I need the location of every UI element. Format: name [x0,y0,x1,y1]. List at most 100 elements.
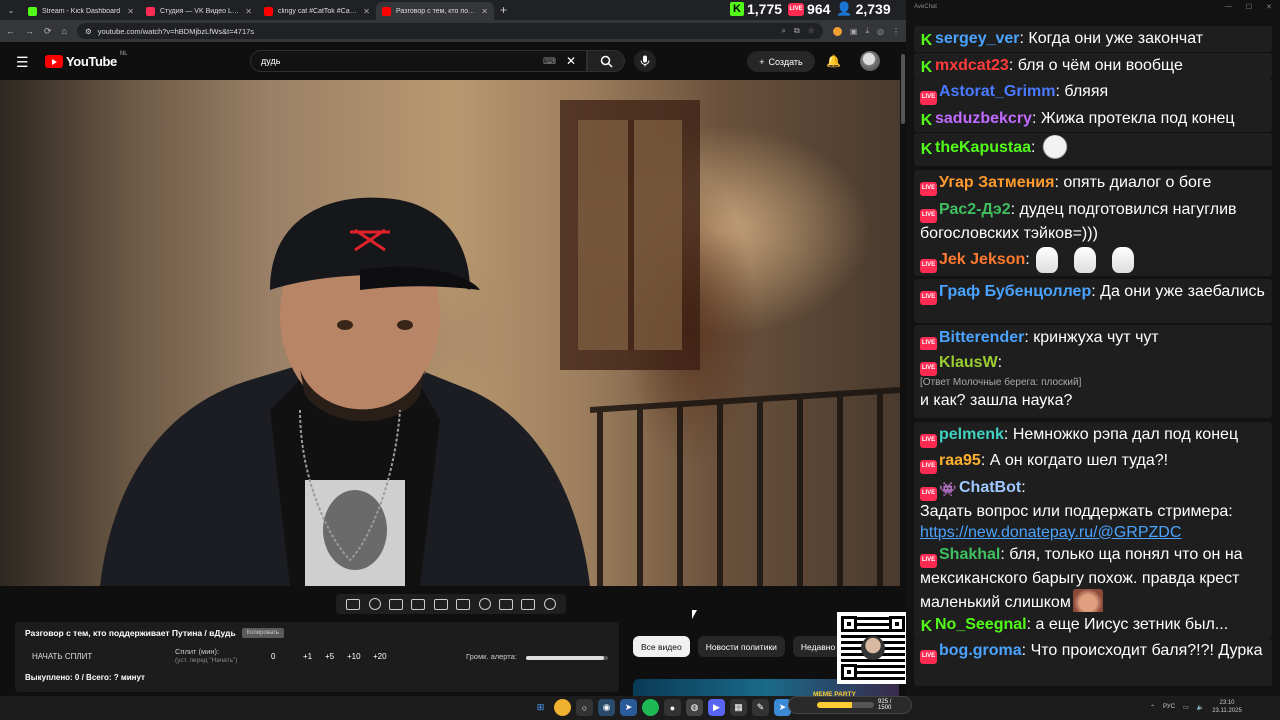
loop-icon[interactable] [346,598,361,610]
youtube-logo[interactable]: YouTube NL [45,51,128,69]
split-panel: Разговор с тем, кто поддерживает Путина … [15,622,619,692]
player-icon[interactable]: ▶ [708,699,725,716]
broadcast-icon[interactable] [368,598,381,610]
create-button[interactable]: + Создать [747,51,815,72]
menu-dots-icon[interactable]: ⋮ [892,27,900,36]
search-button[interactable] [587,50,625,72]
chat-username[interactable]: ChatBot [959,479,1021,496]
chat-username[interactable]: KlausW [939,354,998,371]
browser-tab-active[interactable]: Разговор с тем, кто подде... ✕ [376,2,494,20]
close-tab-icon[interactable]: ✕ [245,7,252,16]
chat-message: LIVE Jek Jekson: [914,245,1272,276]
app-icon[interactable]: ✎ [752,699,769,716]
app-icon[interactable]: ○ [576,699,593,716]
chat-username[interactable]: bog.groma [939,642,1022,659]
chip-politics-news[interactable]: Новости политики [697,636,785,657]
chat-username[interactable]: Bitterender [939,329,1024,346]
chip-recent[interactable]: Недавно [792,636,844,657]
notifications-bell-icon[interactable]: 🔔 [826,54,841,68]
chat-text: и как? зашла наука? [920,391,1073,409]
chat-username[interactable]: Рас2-Дэ2 [939,201,1011,218]
close-icon[interactable]: ✕ [1266,3,1272,11]
add-10-button[interactable]: +10 [347,652,361,661]
browser-tab-cat[interactable]: clingy cat #CatTok #CatFails20... ✕ [258,2,376,20]
chat-username[interactable]: Угар Затмения [939,174,1054,191]
lang-indicator[interactable]: РУС [1163,704,1175,710]
screenshot-icon[interactable] [521,598,536,610]
add-1-button[interactable]: +1 [303,652,312,661]
close-tab-icon[interactable]: ✕ [127,7,134,16]
clapper-icon[interactable] [411,598,426,610]
chat-username[interactable]: Граф Бубенцоллер [939,283,1091,300]
eye-icon[interactable] [388,598,403,610]
spotify-icon[interactable] [642,699,659,716]
chat-username[interactable]: Astorat_Grimm [939,83,1055,100]
new-tab-button[interactable]: + [500,3,507,17]
start-split-button[interactable]: НАЧАТЬ СПЛИТ [32,652,92,661]
chat-username[interactable]: pelmenk [939,426,1004,443]
download-icon[interactable]: ⤓ [865,26,869,36]
close-tab-icon[interactable]: ✕ [363,7,370,16]
bookmark-star-icon[interactable]: ☆ [808,26,815,36]
resize-icon[interactable] [433,598,448,610]
network-icon[interactable]: ▭ [1183,704,1189,711]
close-tab-icon[interactable]: ✕ [481,7,488,16]
chat-username[interactable]: Shakhal [939,546,1000,563]
browser-tab-kick[interactable]: Stream - Kick Dashboard ✕ [22,2,140,20]
telegram-icon[interactable]: ➤ [620,699,637,716]
chevron-up-icon[interactable]: ⌃ [1150,704,1155,711]
chat-message: K No_Seegnal: а еще Иисус зетник был... [914,612,1272,638]
scrollbar-thumb[interactable] [901,54,905,124]
cinema-icon[interactable] [456,598,471,610]
maximize-icon[interactable]: ☐ [1246,3,1252,11]
add-5-button[interactable]: +5 [325,652,334,661]
keyboard-icon[interactable]: ⌨ [543,56,556,67]
chat-username[interactable]: raa95 [939,452,981,469]
url-field[interactable]: ⚙ youtube.com/watch?v=hBDMjbzLfWs&t=4717… [76,23,823,39]
reload-icon[interactable]: ⟳ [44,26,52,37]
back-icon[interactable]: ← [6,26,15,36]
chat-text: бля о чём они вообще [1017,57,1183,74]
install-icon[interactable]: ⧉ [794,26,800,36]
extensions-area: ▣ ⤓ ◎ ⋮ [832,26,900,36]
forward-icon[interactable]: → [25,26,34,36]
search-input[interactable]: дудь ⌨ ✕ [250,50,587,72]
discord-icon[interactable]: ◍ [686,699,703,716]
chrome-icon[interactable] [554,699,571,716]
avatar[interactable] [860,51,880,71]
zoom-icon[interactable]: ⌕ [782,26,786,36]
steam-icon[interactable]: ◉ [598,699,615,716]
add-20-button[interactable]: +20 [373,652,387,661]
copy-button[interactable]: Копировать [241,628,284,638]
chat-username[interactable]: saduzbekcry [935,110,1032,127]
extension-icon[interactable] [832,26,842,36]
home-icon[interactable]: ⌂ [62,26,67,36]
chat-username[interactable]: theKapustaa [935,139,1031,156]
settings-gear-icon[interactable] [543,598,556,610]
extension-icon[interactable]: ▣ [850,27,858,36]
app-icon[interactable]: ▦ [730,699,747,716]
donate-link[interactable]: https://new.donatepay.ru/@GRPZDC [920,524,1181,541]
hamburger-menu-icon[interactable]: ☰ [16,54,29,71]
profile-icon[interactable]: ◎ [877,27,884,36]
browser-tab-vk[interactable]: Студия — VK Видео Live ✕ [140,2,258,20]
chip-all-videos[interactable]: Все видео [633,636,690,657]
minimize-icon[interactable]: — [1225,3,1232,11]
chat-username[interactable]: sergey_ver [935,30,1020,47]
chat-username[interactable]: mxdcat23 [935,57,1009,74]
chat-username[interactable]: Jek Jekson [939,251,1025,268]
volume-icon[interactable]: 🔈 [1197,704,1204,711]
tab-search-dropdown-icon[interactable]: ⌄ [0,0,22,20]
clear-search-icon[interactable]: ✕ [566,54,576,68]
clock[interactable]: 23:10 23.11.2025 [1212,699,1242,715]
site-info-icon[interactable]: ⚙ [85,27,92,36]
chat-username[interactable]: No_Seegnal [935,616,1027,633]
obs-icon[interactable]: ● [664,699,681,716]
vk-live-badge-icon: LIVE [920,181,937,196]
video-player[interactable] [0,80,900,586]
speed-gauge-icon[interactable] [478,598,491,610]
start-menu-icon[interactable]: ⊞ [532,699,549,716]
add-clip-icon[interactable] [498,598,513,610]
voice-search-button[interactable] [634,50,656,72]
alert-volume-slider[interactable] [526,656,608,660]
